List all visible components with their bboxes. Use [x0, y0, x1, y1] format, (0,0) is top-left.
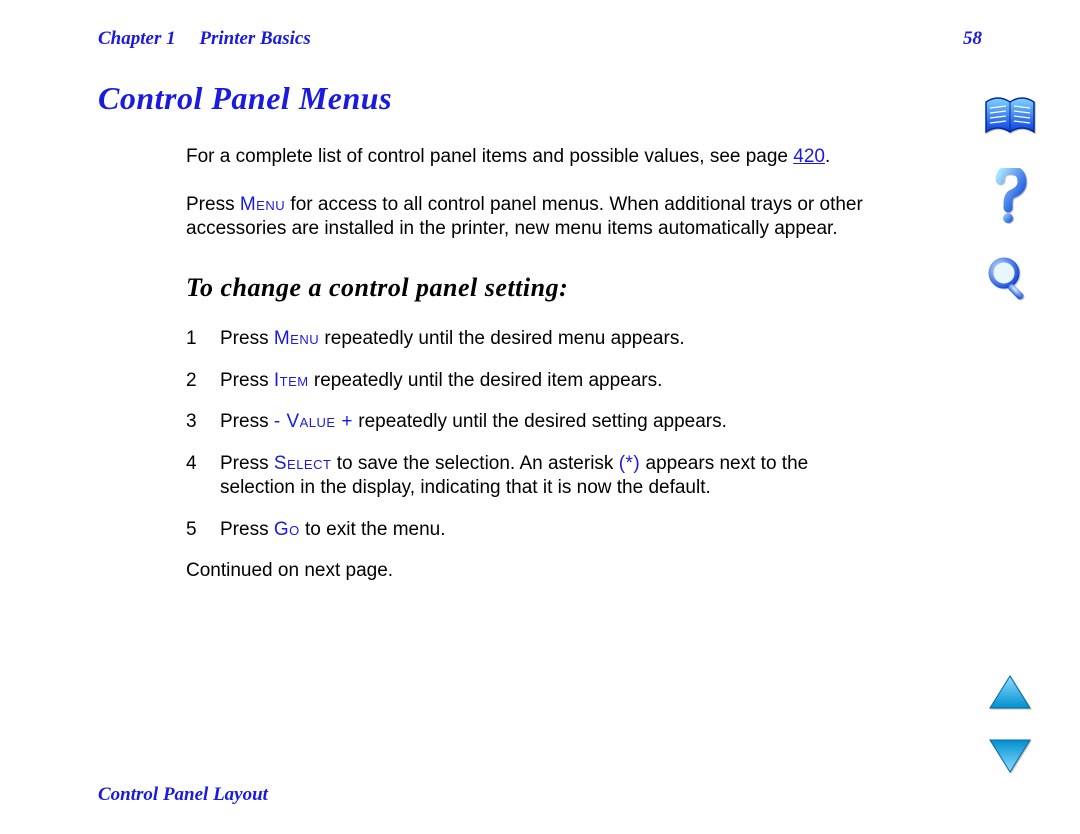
step-5: 5 Press Go to exit the menu.: [186, 518, 888, 542]
magnifier-icon[interactable]: [987, 256, 1033, 302]
key-menu: Menu: [274, 328, 319, 349]
intro-paragraph: For a complete list of control panel ite…: [186, 145, 888, 169]
step-number: 5: [186, 518, 204, 542]
footer-section-path: Control Panel Layout: [98, 784, 268, 806]
key-go: Go: [274, 519, 300, 540]
step-3: 3 Press - Value + repeatedly until the d…: [186, 410, 888, 434]
step-4: 4 Press Select to save the selection. An…: [186, 452, 888, 500]
question-mark-icon[interactable]: [992, 168, 1028, 224]
chapter-number: Chapter 1: [98, 28, 176, 49]
step-number: 2: [186, 369, 204, 393]
key-menu: Menu: [240, 194, 285, 215]
subheading: To change a control panel setting:: [186, 272, 888, 305]
step-text: Press Item repeatedly until the desired …: [220, 369, 888, 393]
step-1: 1 Press Menu repeatedly until the desire…: [186, 327, 888, 351]
key-value: - Value +: [274, 411, 353, 432]
key-item: Item: [274, 370, 309, 391]
page-link-420[interactable]: 420: [793, 146, 825, 167]
step-text: Press Go to exit the menu.: [220, 518, 888, 542]
sidebar-icons: [982, 96, 1038, 302]
section-title: Control Panel Menus: [98, 80, 888, 117]
step-text: Press Menu repeatedly until the desired …: [220, 327, 888, 351]
book-icon[interactable]: [984, 96, 1036, 136]
page-nav-arrows: [982, 674, 1038, 774]
chapter-breadcrumb: Chapter 1 Printer Basics: [98, 28, 311, 50]
intro-paragraph-2: Press Menu for access to all control pan…: [186, 193, 888, 241]
key-select: Select: [274, 453, 332, 474]
step-number: 4: [186, 452, 204, 500]
step-number: 1: [186, 327, 204, 351]
arrow-down-icon[interactable]: [988, 738, 1032, 774]
arrow-up-icon[interactable]: [988, 674, 1032, 710]
step-number: 3: [186, 410, 204, 434]
step-2: 2 Press Item repeatedly until the desire…: [186, 369, 888, 393]
page-header: Chapter 1 Printer Basics 58: [98, 28, 982, 50]
continued-text: Continued on next page.: [186, 559, 888, 583]
step-text: Press - Value + repeatedly until the des…: [220, 410, 888, 434]
page-content: Control Panel Menus For a complete list …: [98, 80, 888, 607]
body-text-block: For a complete list of control panel ite…: [186, 145, 888, 583]
step-text: Press Select to save the selection. An a…: [220, 452, 888, 500]
asterisk-mark: (*): [619, 453, 641, 474]
page-number: 58: [963, 28, 982, 50]
chapter-title: Printer Basics: [199, 28, 310, 49]
